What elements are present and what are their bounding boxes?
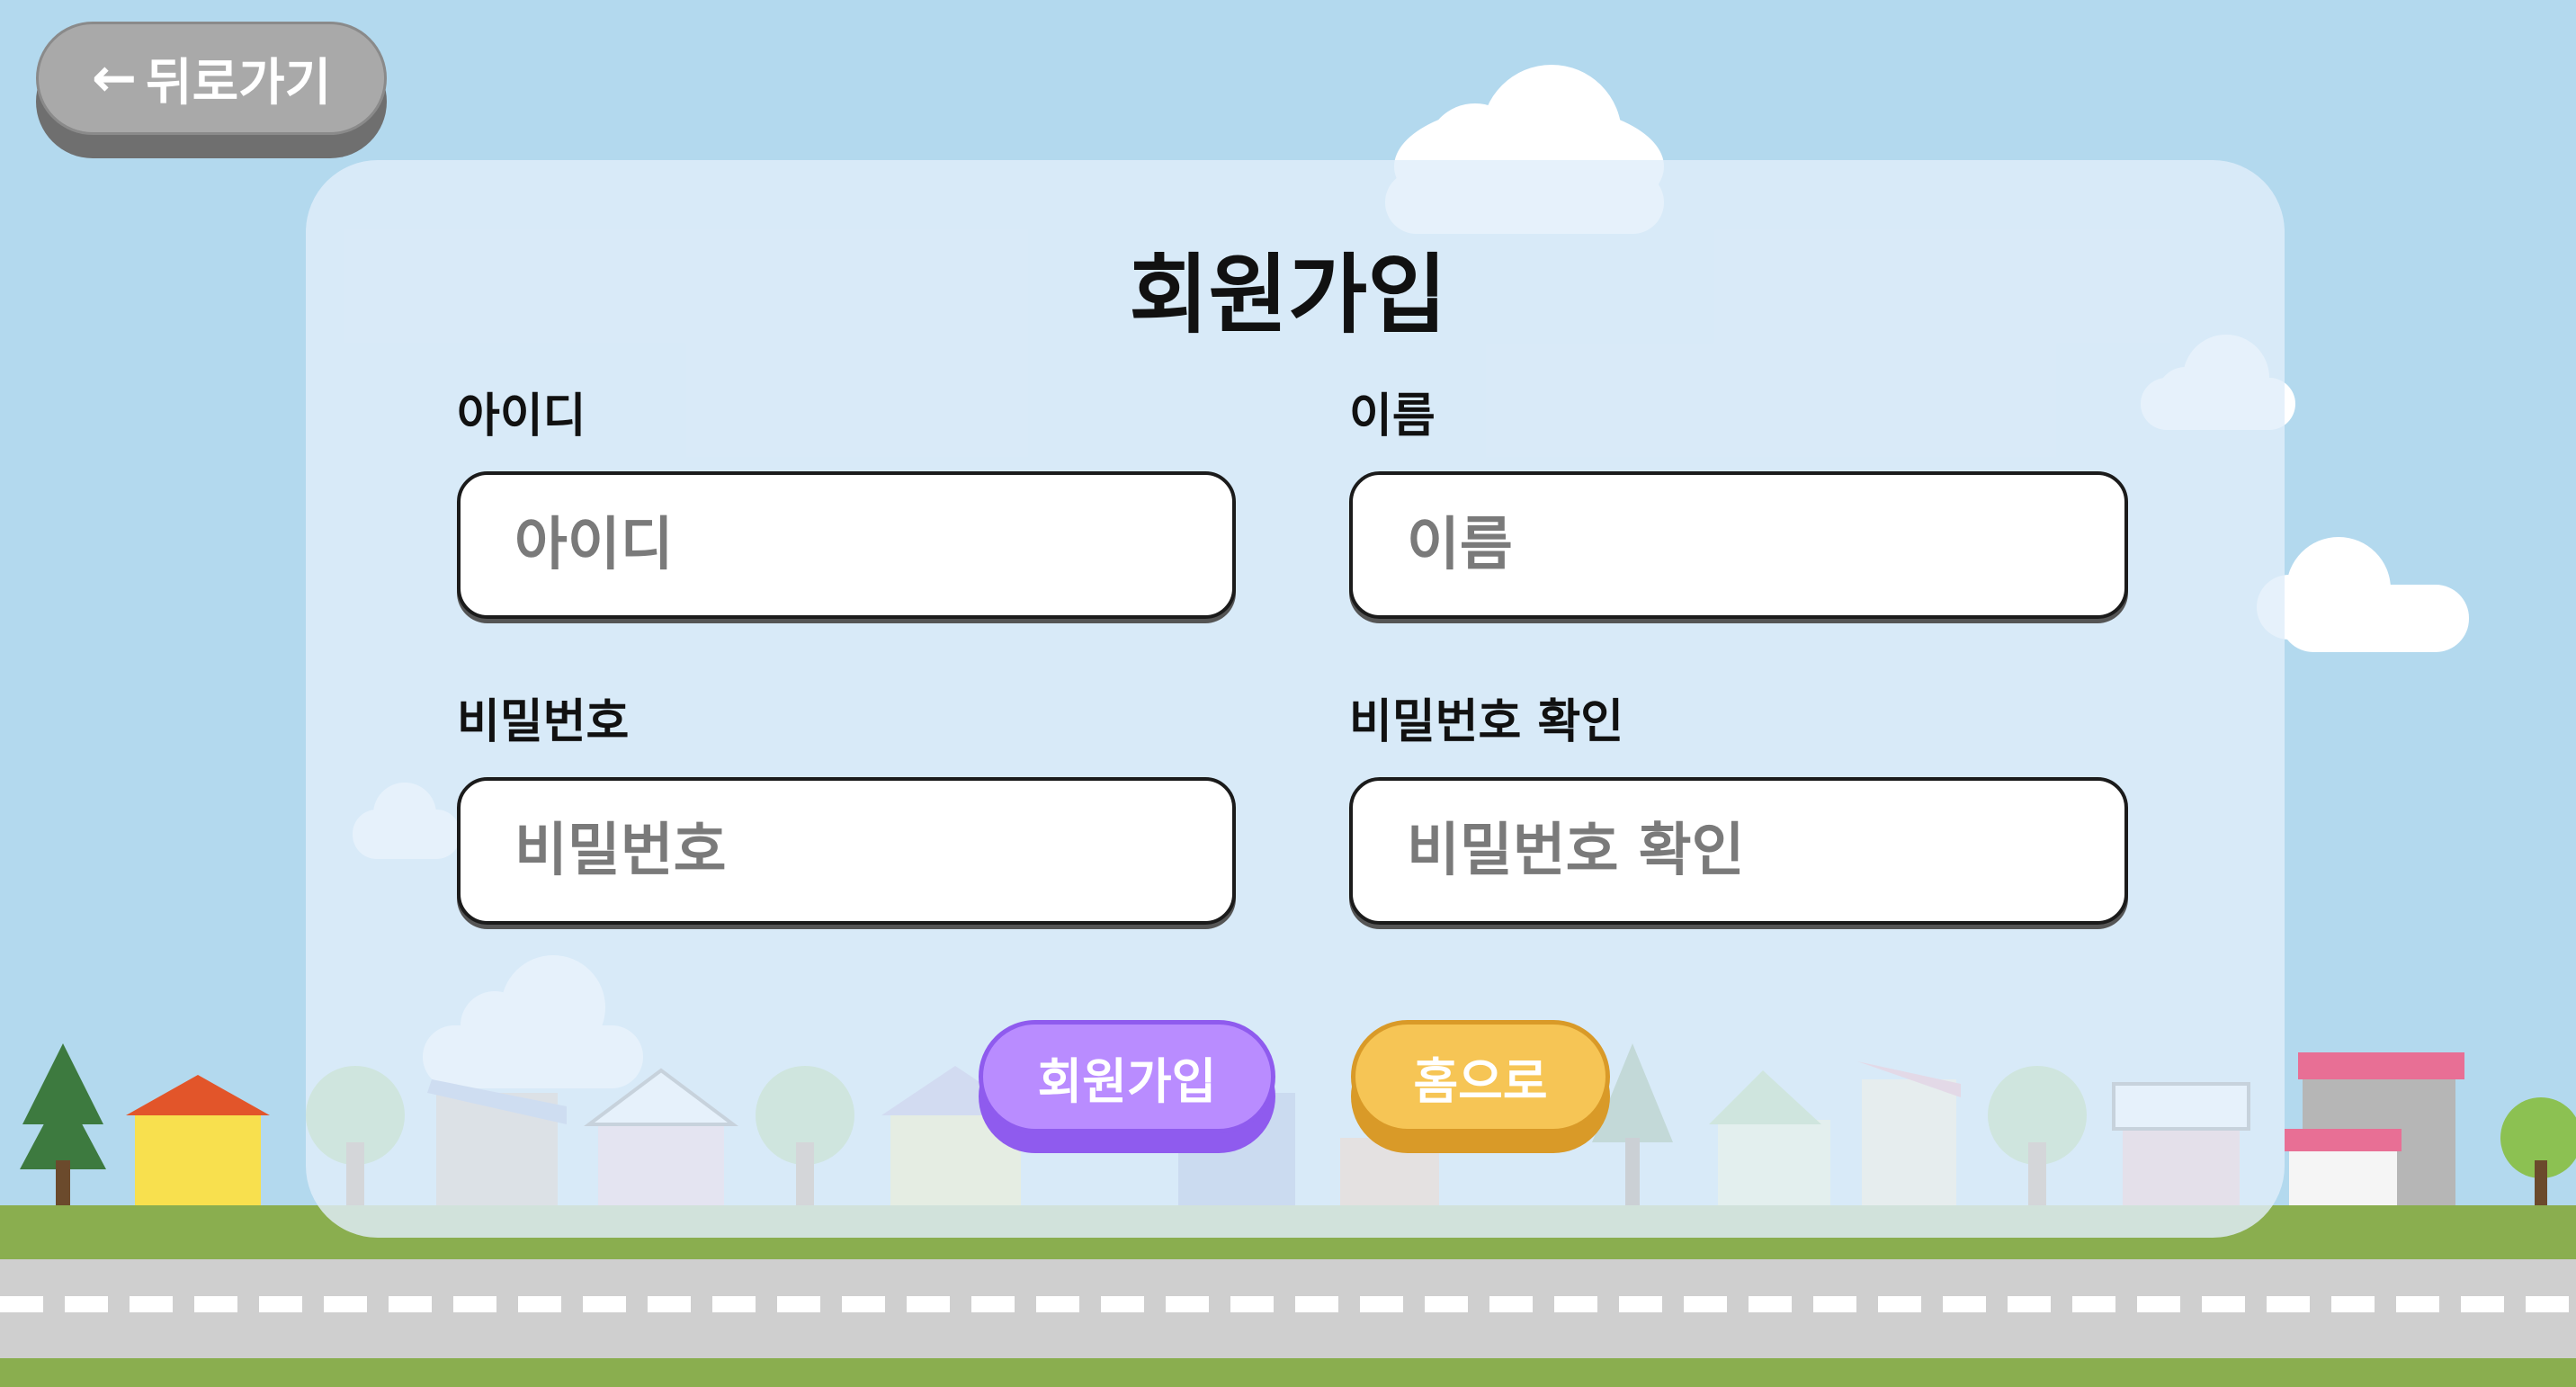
password-confirm-label: 비밀번호 확인	[1349, 695, 1624, 749]
id-label: 아이디	[457, 389, 586, 443]
arrow-left-icon: ←	[91, 47, 138, 110]
password-label: 비밀번호	[457, 695, 630, 749]
signup-button[interactable]: 회원가입	[979, 1020, 1275, 1133]
name-label: 이름	[1349, 389, 1436, 443]
password-input[interactable]	[457, 777, 1236, 925]
name-input[interactable]	[1349, 471, 2128, 619]
back-button[interactable]: ← 뒤로가기	[36, 22, 387, 135]
password-confirm-input[interactable]	[1349, 777, 2128, 925]
home-button[interactable]: 홈으로	[1351, 1020, 1610, 1133]
page-title: 회원가입	[1129, 245, 1447, 345]
id-input[interactable]	[457, 471, 1236, 619]
back-button-label: 뒤로가기	[146, 53, 332, 112]
